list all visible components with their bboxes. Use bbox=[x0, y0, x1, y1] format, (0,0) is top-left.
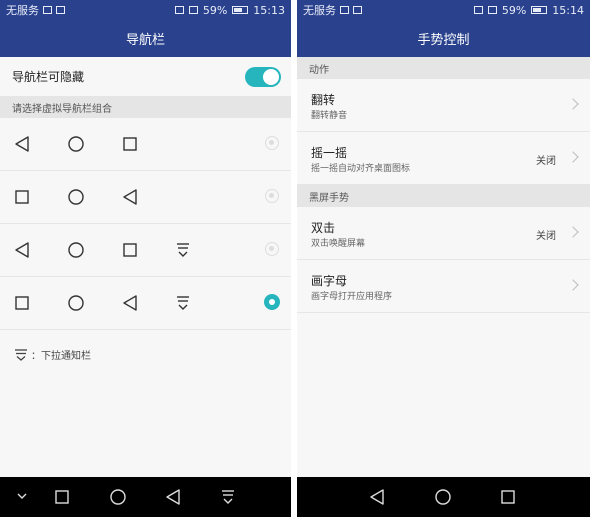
recent-icon bbox=[123, 137, 137, 151]
clock: 15:14 bbox=[552, 3, 584, 17]
item-subtitle: 摇一摇自动对齐桌面图标 bbox=[311, 164, 411, 174]
section-header-actions: 动作 bbox=[297, 57, 590, 79]
hideable-navbar-toggle[interactable] bbox=[245, 66, 281, 87]
home-icon bbox=[68, 295, 84, 311]
navbar-combo-option[interactable] bbox=[0, 118, 291, 171]
radio-unselected-icon[interactable] bbox=[265, 242, 279, 256]
item-title: 双击 bbox=[311, 221, 336, 235]
radio-unselected-icon[interactable] bbox=[265, 136, 279, 150]
page-title: 导航栏 bbox=[0, 20, 291, 57]
hide-chevron-icon[interactable] bbox=[17, 493, 27, 499]
item-value: 关闭 bbox=[536, 156, 556, 167]
gesture-item-shake[interactable]: 摇一摇 摇一摇自动对齐桌面图标 关闭 bbox=[297, 132, 590, 185]
pulldown-icon bbox=[15, 348, 27, 361]
combo-section-header: 请选择虚拟导航栏组合 bbox=[0, 96, 291, 118]
pulldown-icon bbox=[177, 296, 189, 310]
image-notification-icon bbox=[340, 6, 349, 14]
status-bar: 无服务 59% 15:14 bbox=[297, 0, 590, 20]
radio-unselected-icon[interactable] bbox=[265, 189, 279, 203]
pulldown-icon[interactable] bbox=[222, 490, 234, 504]
recent-icon[interactable] bbox=[501, 490, 515, 504]
vibrate-icon bbox=[473, 6, 483, 14]
legend: ：下拉通知栏 bbox=[14, 347, 91, 362]
battery-percent: 59% bbox=[501, 3, 527, 17]
vibrate-icon bbox=[174, 6, 184, 14]
toggle-knob bbox=[263, 68, 279, 85]
navbar-combo-option[interactable] bbox=[0, 224, 291, 277]
chevron-right-icon bbox=[567, 226, 579, 238]
status-bar: 无服务 59% 15:13 bbox=[0, 0, 291, 20]
back-icon bbox=[15, 136, 29, 152]
item-title: 翻转 bbox=[311, 93, 336, 107]
image-notification-icon bbox=[43, 6, 52, 14]
gesture-item-double-tap[interactable]: 双击 双击唤醒屏幕 关闭 bbox=[297, 207, 590, 260]
chevron-right-icon bbox=[567, 279, 579, 291]
system-navbar bbox=[297, 477, 590, 517]
item-value: 关闭 bbox=[536, 231, 556, 242]
hideable-navbar-label: 导航栏可隐藏 bbox=[12, 70, 85, 84]
legend-text: ：下拉通知栏 bbox=[31, 351, 91, 362]
chevron-right-icon bbox=[567, 98, 579, 110]
back-icon[interactable] bbox=[370, 489, 384, 505]
item-subtitle: 翻转静音 bbox=[311, 111, 348, 121]
battery-percent: 59% bbox=[202, 3, 228, 17]
back-icon[interactable] bbox=[166, 489, 180, 505]
navbar-combo-option[interactable] bbox=[0, 277, 291, 330]
page-title: 手势控制 bbox=[297, 20, 590, 57]
chevron-right-icon bbox=[567, 151, 579, 163]
gesture-item-draw-letter[interactable]: 画字母 画字母打开应用程序 bbox=[297, 260, 590, 313]
home-icon[interactable] bbox=[110, 489, 126, 505]
carrier-text: 无服务 bbox=[6, 4, 39, 17]
back-icon bbox=[123, 189, 137, 205]
gesture-control-screen: 无服务 59% 15:14 手势控制 动作 翻转 翻转静音 摇一摇 摇一摇自动对… bbox=[297, 0, 590, 517]
back-icon bbox=[15, 242, 29, 258]
home-icon[interactable] bbox=[435, 489, 451, 505]
back-icon bbox=[123, 295, 137, 311]
hideable-navbar-row[interactable]: 导航栏可隐藏 bbox=[0, 57, 291, 96]
system-navbar bbox=[0, 477, 291, 517]
item-subtitle: 双击唤醒屏幕 bbox=[311, 239, 366, 249]
home-icon bbox=[68, 189, 84, 205]
item-subtitle: 画字母打开应用程序 bbox=[311, 292, 393, 302]
recent-icon bbox=[15, 190, 29, 204]
pulldown-icon bbox=[177, 243, 189, 257]
carrier-text: 无服务 bbox=[303, 4, 336, 17]
home-icon bbox=[68, 136, 84, 152]
recent-icon[interactable] bbox=[55, 490, 69, 504]
sim-icon bbox=[487, 6, 497, 14]
section-header-screen-off-gestures: 黑屏手势 bbox=[297, 185, 590, 207]
home-icon bbox=[68, 242, 84, 258]
battery-icon bbox=[232, 6, 249, 14]
recent-icon bbox=[123, 243, 137, 257]
navbar-settings-screen: 无服务 59% 15:13 导航栏 导航栏可隐藏 请选择虚拟导航栏组合 ：下拉通… bbox=[0, 0, 291, 517]
navbar-combo-option[interactable] bbox=[0, 171, 291, 224]
recent-icon bbox=[15, 296, 29, 310]
item-title: 摇一摇 bbox=[311, 146, 348, 160]
sim-icon bbox=[188, 6, 198, 14]
battery-icon bbox=[531, 6, 548, 14]
message-notification-icon bbox=[353, 6, 362, 14]
clock: 15:13 bbox=[253, 3, 285, 17]
gesture-item-flip[interactable]: 翻转 翻转静音 bbox=[297, 79, 590, 132]
message-notification-icon bbox=[56, 6, 65, 14]
item-title: 画字母 bbox=[311, 274, 348, 288]
radio-selected-icon[interactable] bbox=[264, 294, 280, 310]
